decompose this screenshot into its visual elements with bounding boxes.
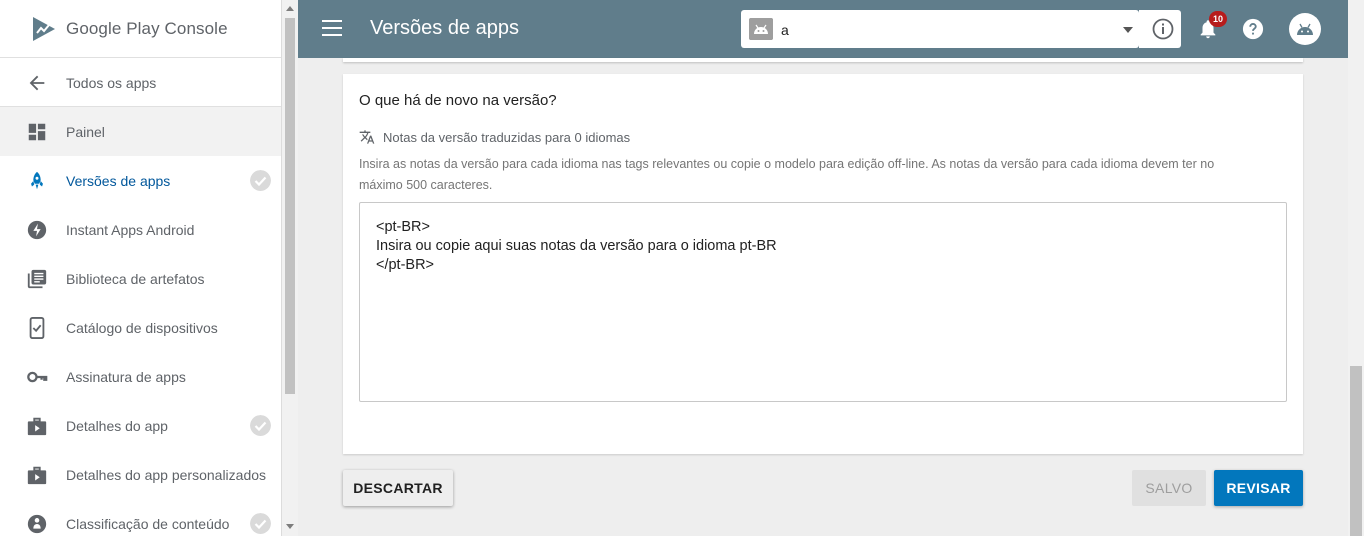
notification-count-badge: 10 [1209,11,1227,27]
main-scrollbar[interactable] [1348,0,1364,536]
device-check-icon [29,317,45,339]
release-notes-description: Insira as notas da versão para cada idio… [359,157,1215,192]
review-button[interactable]: REVISAR [1214,470,1303,506]
check-circle-icon [250,513,271,534]
sidebar-item-custom-store-listing[interactable]: Detalhes do app personalizados [0,450,281,499]
store-icon [27,417,47,436]
arrow-back-icon [29,75,45,91]
bolt-icon [27,220,47,240]
sidebar-scrollbar-thumb[interactable] [285,18,295,394]
sidebar-item-app-signing[interactable]: Assinatura de apps [0,352,281,401]
help-icon[interactable] [1242,18,1264,40]
sidebar-item-label: Catálogo de dispositivos [66,319,218,336]
check-circle-icon [250,170,271,191]
menu-icon[interactable] [322,20,342,36]
sidebar-item-dashboard[interactable]: Painel [0,107,281,156]
sidebar-scrollbar[interactable] [282,0,298,536]
info-icon[interactable] [1151,17,1175,41]
sidebar-item-artifact-library[interactable]: Biblioteca de artefatos [0,254,281,303]
app-selector[interactable]: a [741,10,1139,48]
main-scrollbar-thumb[interactable] [1350,366,1362,536]
brand-name: Google Play Console [66,18,228,38]
sidebar: Google Play Console Todos os apps Painel… [0,0,282,536]
dashboard-icon [28,123,46,141]
key-icon [27,371,48,383]
sidebar-item-label: Detalhes do app [66,417,168,434]
sidebar-item-all-apps[interactable]: Todos os apps [0,58,281,107]
sidebar-item-label: Classificação de conteúdo [66,515,230,532]
sidebar-item-app-releases[interactable]: Versões de apps [0,156,281,205]
scroll-up-arrow-icon[interactable] [286,6,294,11]
sidebar-item-label: Painel [66,123,105,140]
top-app-bar: Versões de apps a 10 [298,0,1348,58]
release-notes-title: O que há de novo na versão? [359,92,557,109]
previous-card-edge [343,58,1303,62]
rating-icon [27,514,47,534]
sidebar-item-label: Detalhes do app personalizados [66,466,267,483]
check-circle-icon [250,415,271,436]
info-button-container [1139,10,1181,48]
android-app-icon [749,18,773,40]
app-selector-value: a [781,22,789,38]
play-console-logo-icon [33,16,55,41]
scroll-down-arrow-icon[interactable] [286,524,294,529]
sidebar-item-label: Biblioteca de artefatos [66,270,205,287]
account-avatar[interactable] [1289,13,1321,45]
sidebar-item-device-catalog[interactable]: Catálogo de dispositivos [0,303,281,352]
android-avatar-icon [1297,23,1313,35]
sidebar-item-store-listing[interactable]: Detalhes do app [0,401,281,450]
page-title: Versões de apps [370,17,519,39]
sidebar-item-label: Versões de apps [66,172,171,189]
library-icon [27,269,47,289]
translation-status-text: Notas da versão traduzidas para 0 idioma… [383,129,631,145]
sidebar-item-label: Todos os apps [66,74,157,91]
sidebar-item-instant-apps[interactable]: Instant Apps Android [0,205,281,254]
release-notes-textarea[interactable]: <pt-BR> Insira ou copie aqui suas notas … [359,202,1287,402]
chevron-down-icon [1123,27,1133,33]
sidebar-item-content-rating[interactable]: Classificação de conteúdo [0,499,281,536]
saved-button[interactable]: SALVO [1132,470,1206,506]
brand-header[interactable]: Google Play Console [0,0,281,58]
rocket-icon [31,171,43,190]
release-notes-card: O que há de novo na versão? Notas da ver… [343,74,1303,454]
discard-button[interactable]: DESCARTAR [343,470,453,506]
translation-status: Notas da versão traduzidas para 0 idioma… [359,128,630,146]
sidebar-item-label: Assinatura de apps [66,368,186,385]
sidebar-item-label: Instant Apps Android [66,221,195,238]
translate-icon [359,130,375,144]
store-icon [27,466,47,485]
